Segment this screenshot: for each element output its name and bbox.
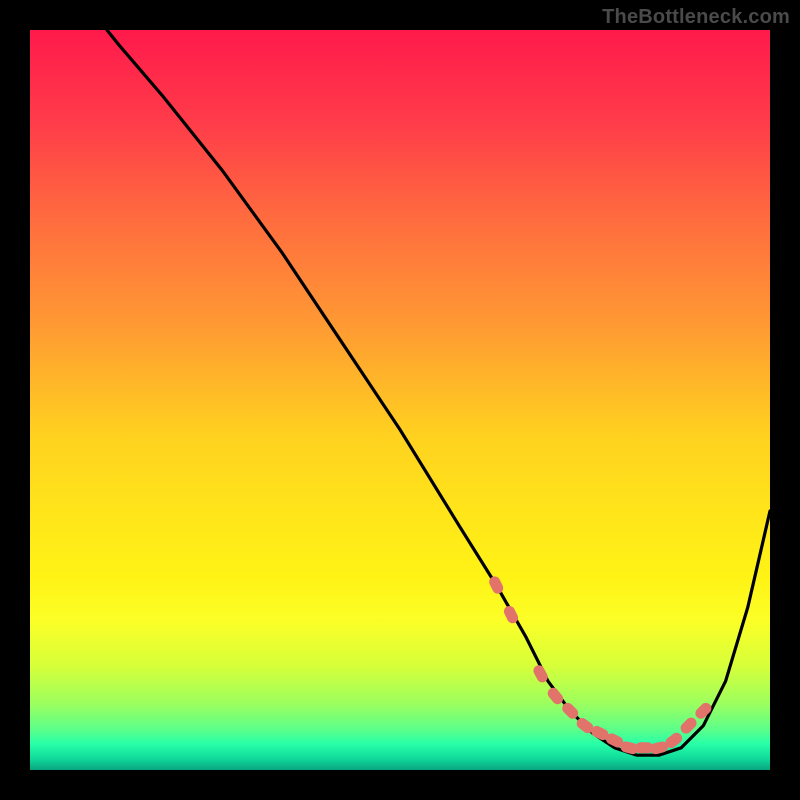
attribution-watermark: TheBottleneck.com (602, 6, 790, 29)
chart-frame (30, 30, 770, 770)
gradient-background (30, 30, 770, 770)
